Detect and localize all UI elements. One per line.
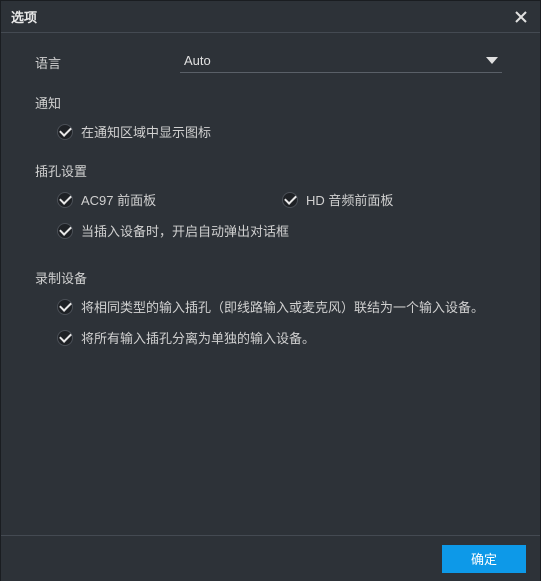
content-area: 语言 Auto 通知 在通知区域中显示图标 插孔设置 AC97 前面板 HD 音… [1,33,540,535]
language-row: 语言 Auto [35,51,512,73]
language-value: Auto [184,53,211,68]
language-dropdown[interactable]: Auto [180,51,502,73]
tie-same-type-checkbox[interactable] [57,299,73,315]
separate-all-checkbox[interactable] [57,330,73,346]
tie-same-type-row: 将相同类型的输入插孔（即线路输入或麦克风）联结为一个输入设备。 [57,297,512,316]
window-title: 选项 [11,7,37,26]
notification-title: 通知 [35,93,512,112]
hd-audio-checkbox[interactable] [282,192,298,208]
hd-audio-col: HD 音频前面板 [282,190,507,209]
ac97-col: AC97 前面板 [57,190,282,209]
close-icon [514,10,528,24]
recording-title: 录制设备 [35,268,512,287]
auto-popup-row: 当插入设备时，开启自动弹出对话框 [57,221,512,240]
separate-all-row: 将所有输入插孔分离为单独的输入设备。 [57,328,512,347]
recording-section: 录制设备 将相同类型的输入插孔（即线路输入或麦克风）联结为一个输入设备。 将所有… [35,268,512,347]
ac97-checkbox[interactable] [57,192,73,208]
titlebar: 选项 [1,1,540,33]
ac97-label: AC97 前面板 [81,190,156,209]
close-button[interactable] [512,8,530,26]
jack-section: 插孔设置 AC97 前面板 HD 音频前面板 当插入设备时，开启自动弹出对话框 [35,161,512,240]
ok-button[interactable]: 确定 [442,545,526,573]
footer: 确定 [1,535,540,581]
show-tray-checkbox[interactable] [57,124,73,140]
auto-popup-label: 当插入设备时，开启自动弹出对话框 [81,221,289,240]
jack-title: 插孔设置 [35,161,512,180]
tie-same-type-label: 将相同类型的输入插孔（即线路输入或麦克风）联结为一个输入设备。 [81,297,484,316]
auto-popup-checkbox[interactable] [57,223,73,239]
notification-section: 通知 在通知区域中显示图标 [35,93,512,141]
show-tray-row: 在通知区域中显示图标 [57,122,512,141]
language-label: 语言 [35,53,180,72]
separate-all-label: 将所有输入插孔分离为单独的输入设备。 [81,328,315,347]
jack-panel-row: AC97 前面板 HD 音频前面板 [57,190,512,209]
show-tray-label: 在通知区域中显示图标 [81,122,211,141]
chevron-down-icon [486,57,498,64]
hd-audio-label: HD 音频前面板 [306,190,393,209]
